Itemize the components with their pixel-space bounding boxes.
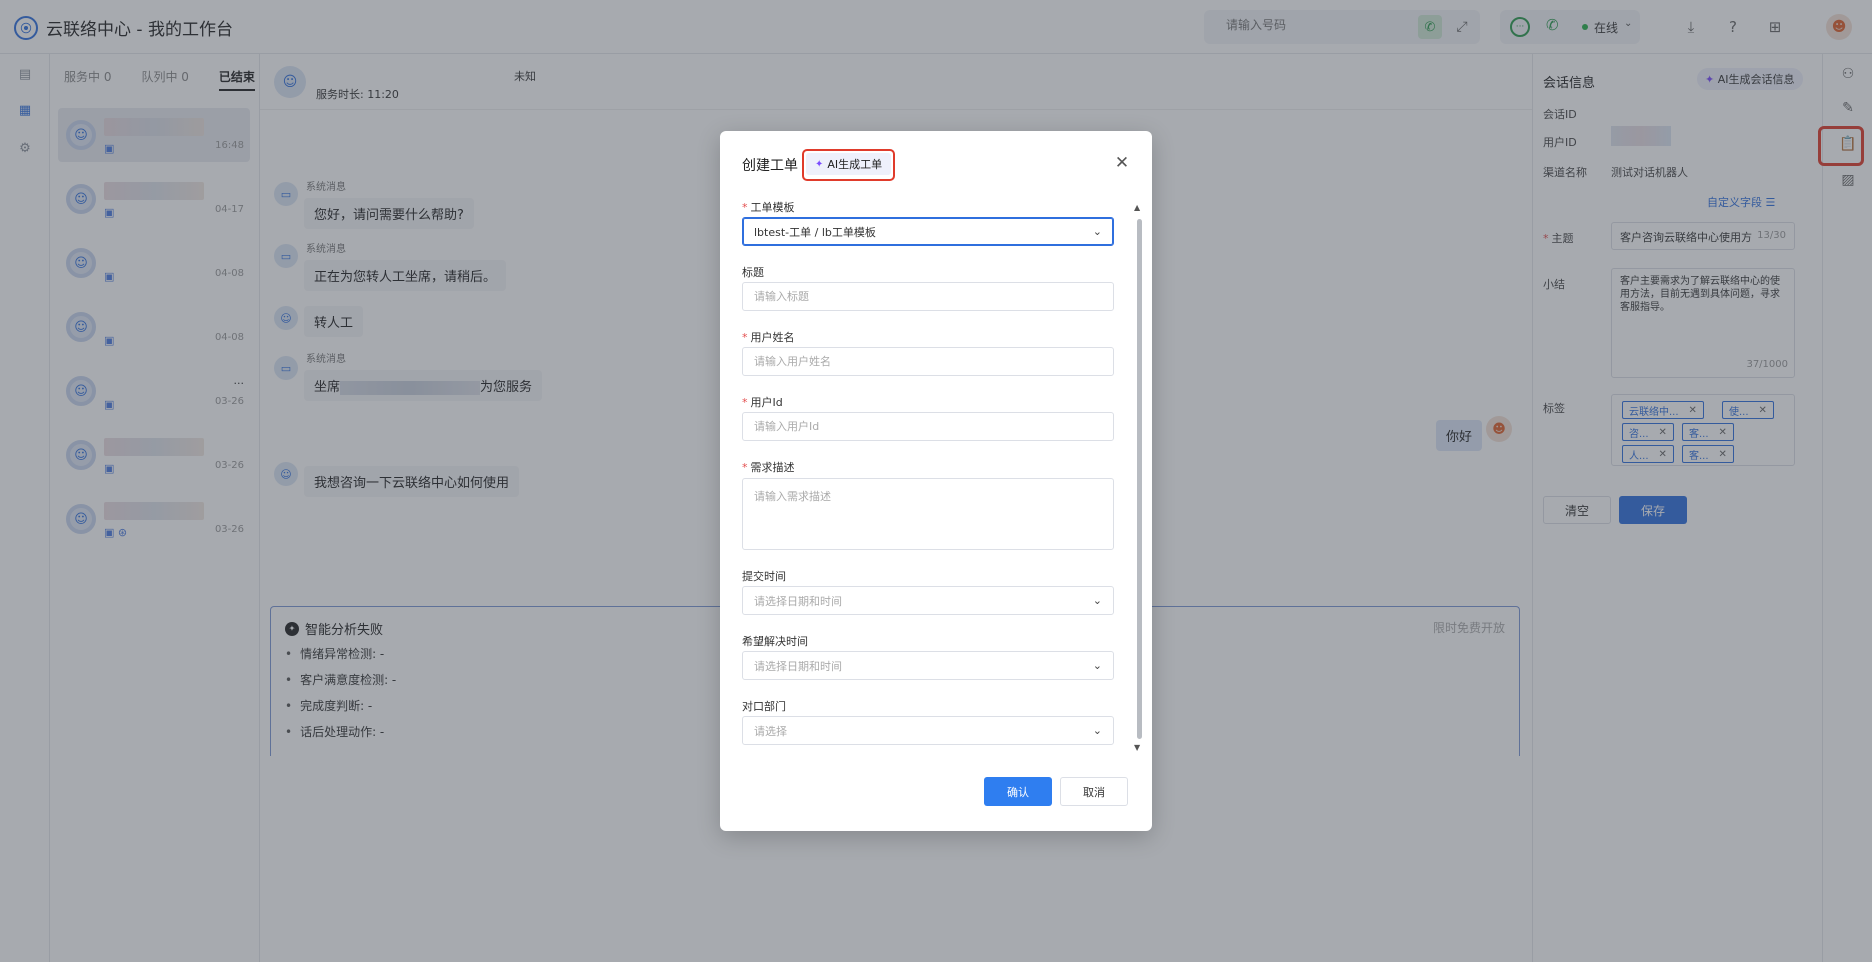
description-label: * 需求描述 bbox=[742, 461, 795, 474]
scrollbar-thumb[interactable] bbox=[1137, 219, 1142, 739]
department-select[interactable]: 请选择 ⌄ bbox=[742, 716, 1114, 745]
title-label: 标题 bbox=[742, 266, 764, 279]
create-ticket-modal: 创建工单 ✦ AI生成工单 ✕ * 工单模板 lbtest-工单 / lb工单模板 ⌄… bbox=[720, 131, 1152, 831]
confirm-button[interactable]: 确认 bbox=[984, 777, 1052, 806]
userid-label-text: 用户Id bbox=[750, 396, 783, 409]
chevron-down-icon: ⌄ bbox=[1092, 724, 1102, 737]
template-select[interactable]: lbtest-工单 / lb工单模板 ⌄ bbox=[742, 217, 1114, 246]
highlight-box bbox=[802, 149, 895, 181]
chevron-down-icon: ⌄ bbox=[1092, 594, 1102, 607]
chevron-down-icon: ⌄ bbox=[1092, 659, 1102, 672]
expect-time-label: 希望解决时间 bbox=[742, 635, 808, 648]
submit-time-label: 提交时间 bbox=[742, 570, 786, 583]
username-input[interactable] bbox=[742, 347, 1114, 376]
description-label-text: 需求描述 bbox=[750, 461, 795, 474]
userid-label: * 用户Id bbox=[742, 396, 783, 409]
submit-time-picker[interactable]: 请选择日期和时间 ⌄ bbox=[742, 586, 1114, 615]
chevron-down-icon: ⌄ bbox=[1092, 225, 1102, 238]
template-value: lbtest-工单 / lb工单模板 bbox=[754, 225, 876, 239]
username-label: * 用户姓名 bbox=[742, 331, 795, 344]
userid-input[interactable] bbox=[742, 412, 1114, 441]
cancel-button[interactable]: 取消 bbox=[1060, 777, 1128, 806]
template-label: * 工单模板 bbox=[742, 201, 795, 214]
department-label: 对口部门 bbox=[742, 700, 786, 713]
title-input[interactable] bbox=[742, 282, 1114, 311]
description-textarea[interactable] bbox=[742, 478, 1114, 550]
template-label-text: 工单模板 bbox=[750, 201, 795, 214]
app-root: ⦿ 云联络中心 - 我的工作台 ✆ ⤢ ··· ✆ 在线 ⌄ ⤓ ? ⊞ ☻ ▤… bbox=[0, 0, 1872, 962]
expect-time-picker[interactable]: 请选择日期和时间 ⌄ bbox=[742, 651, 1114, 680]
modal-title: 创建工单 bbox=[742, 158, 798, 174]
username-label-text: 用户姓名 bbox=[750, 331, 795, 344]
scroll-down-icon[interactable]: ▼ bbox=[1134, 743, 1140, 752]
submit-time-placeholder: 请选择日期和时间 bbox=[754, 594, 842, 608]
expect-time-placeholder: 请选择日期和时间 bbox=[754, 659, 842, 673]
close-icon[interactable]: ✕ bbox=[1112, 153, 1132, 173]
department-placeholder: 请选择 bbox=[754, 724, 787, 738]
scroll-up-icon[interactable]: ▲ bbox=[1134, 203, 1140, 212]
